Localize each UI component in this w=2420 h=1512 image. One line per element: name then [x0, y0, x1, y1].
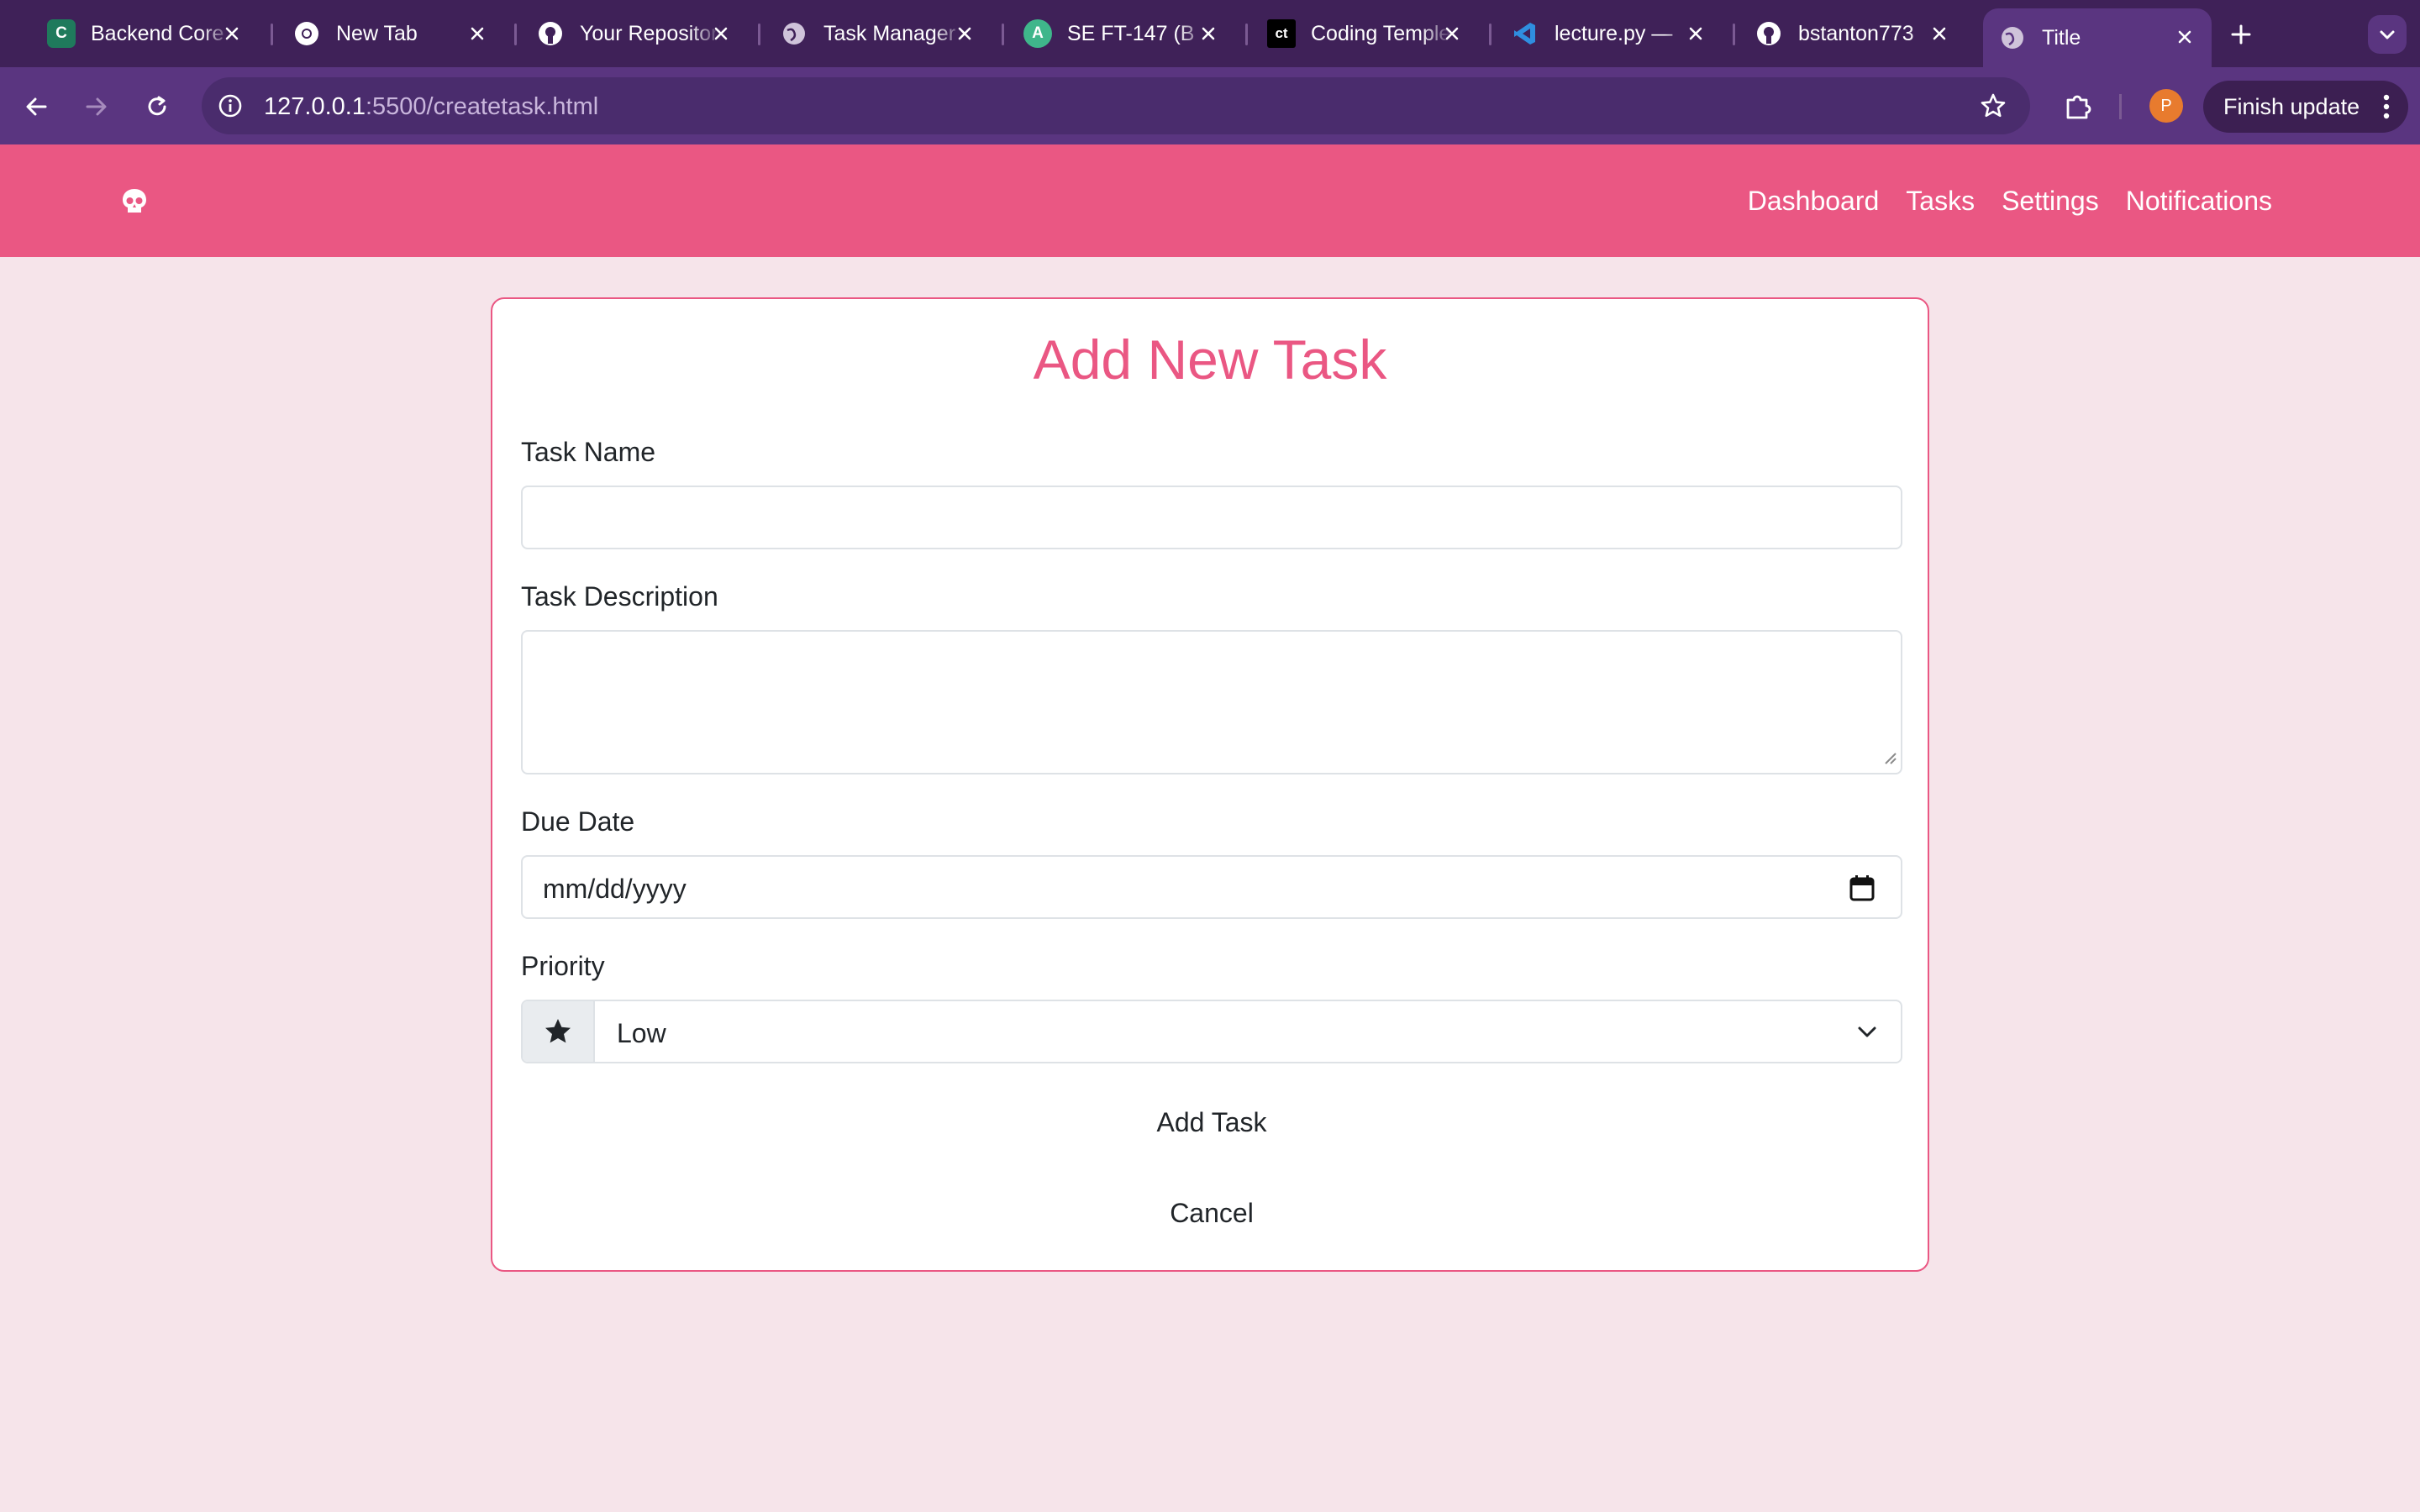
task-description-label: Task Description	[521, 581, 718, 612]
star-icon	[523, 1001, 595, 1062]
reload-icon[interactable]	[138, 87, 176, 126]
tab-bstanton773[interactable]: bstanton773	[1739, 12, 1966, 55]
extensions-puzzle-icon[interactable]	[2057, 86, 2099, 128]
page-title: Add New Task	[1033, 328, 1387, 391]
cancel-button[interactable]: Cancel	[521, 1183, 1902, 1243]
due-date-input[interactable]: mm/dd/yyyy	[521, 855, 1902, 919]
chrome-icon	[292, 19, 321, 48]
close-tab-icon[interactable]	[462, 18, 492, 49]
tab-title: Coding Temple	[1311, 21, 1451, 45]
task-description-textarea[interactable]	[521, 630, 1902, 774]
tab-lecture-py[interactable]: lecture.py —	[1496, 12, 1723, 55]
resize-grip-icon[interactable]	[1882, 750, 1897, 769]
chevron-down-icon	[1855, 1020, 1879, 1047]
calendar-icon[interactable]	[1849, 874, 1876, 906]
browser-toolbar: 127.0.0.1:5500/createtask.html P Finish …	[0, 67, 2420, 144]
tab-your-repositories[interactable]: Your Repositories	[521, 12, 748, 55]
address-bar[interactable]: 127.0.0.1:5500/createtask.html	[202, 77, 2030, 134]
ct-icon: ct	[1267, 19, 1296, 48]
tab-title: SE FT-147 (B	[1067, 21, 1195, 45]
due-date-label: Due Date	[521, 806, 635, 837]
tab-title: Title	[2042, 25, 2081, 50]
globe-icon	[1998, 24, 2027, 52]
add-task-card: Add New Task Task Name Task Description …	[491, 297, 1929, 1272]
task-name-input[interactable]	[521, 486, 1902, 549]
tab-title: New Tab	[336, 21, 418, 45]
site-info-icon[interactable]	[212, 87, 249, 124]
nav-links: Dashboard Tasks Settings Notifications	[1734, 183, 2286, 218]
nav-link-dashboard[interactable]: Dashboard	[1734, 183, 1893, 218]
bookmark-star-icon[interactable]	[1975, 87, 2012, 124]
close-tab-icon[interactable]	[217, 18, 247, 49]
tab-title: bstanton773	[1798, 21, 1914, 45]
tab-backend-core[interactable]: C Backend Core	[32, 12, 259, 55]
coding-temple-c-icon: C	[47, 19, 76, 48]
tab-title: Backend Core	[91, 21, 224, 45]
new-tab-plus-icon[interactable]	[2223, 17, 2259, 52]
app-navbar: Dashboard Tasks Settings Notifications	[0, 144, 2420, 257]
skull-logo-icon[interactable]	[119, 186, 150, 217]
tab-title: Task Manager	[823, 21, 956, 45]
priority-label: Priority	[521, 951, 605, 981]
close-tab-icon[interactable]	[950, 18, 980, 49]
back-arrow-icon[interactable]	[17, 87, 55, 126]
kebab-menu-icon[interactable]	[2383, 94, 2390, 125]
tab-search-chevron-icon[interactable]	[2368, 15, 2407, 54]
close-tab-icon[interactable]	[1681, 18, 1711, 49]
browser-tab-strip: C Backend Core New Tab Your Repositories…	[0, 0, 2420, 67]
ai-assistant-icon: A	[1023, 19, 1052, 48]
github-icon	[1754, 19, 1783, 48]
tab-se-ft-147[interactable]: A SE FT-147 (B	[1008, 12, 1235, 55]
close-tab-icon[interactable]	[1193, 18, 1223, 49]
close-tab-icon[interactable]	[1437, 18, 1467, 49]
close-tab-icon[interactable]	[1924, 18, 1954, 49]
due-date-placeholder: mm/dd/yyyy	[543, 874, 687, 904]
task-name-label: Task Name	[521, 437, 656, 467]
tab-title: lecture.py —	[1555, 21, 1673, 45]
close-tab-icon[interactable]	[706, 18, 736, 49]
finish-update-button[interactable]: Finish update	[2203, 81, 2408, 133]
finish-update-label: Finish update	[2223, 93, 2360, 119]
tab-task-manager[interactable]: Task Manager	[765, 12, 992, 55]
nav-link-tasks[interactable]: Tasks	[1892, 183, 1988, 218]
forward-arrow-icon[interactable]	[77, 87, 116, 126]
priority-selected-value: Low	[617, 1018, 666, 1048]
tab-title-active[interactable]: Title	[1983, 8, 2212, 67]
globe-icon	[780, 19, 808, 48]
tab-coding-temple[interactable]: ct Coding Temple	[1252, 12, 1479, 55]
vscode-icon	[1511, 19, 1539, 48]
close-tab-icon[interactable]	[2170, 22, 2200, 52]
github-icon	[536, 19, 565, 48]
priority-select[interactable]: Low	[521, 1000, 1902, 1063]
tab-new-tab[interactable]: New Tab	[277, 12, 504, 55]
nav-link-settings[interactable]: Settings	[1988, 183, 2112, 218]
profile-avatar[interactable]: P	[2149, 89, 2183, 123]
tab-title: Your Repositories	[580, 21, 721, 45]
nav-link-notifications[interactable]: Notifications	[2112, 183, 2286, 218]
url-text: 127.0.0.1:5500/createtask.html	[264, 93, 599, 120]
add-task-button[interactable]: Add Task	[521, 1092, 1902, 1152]
